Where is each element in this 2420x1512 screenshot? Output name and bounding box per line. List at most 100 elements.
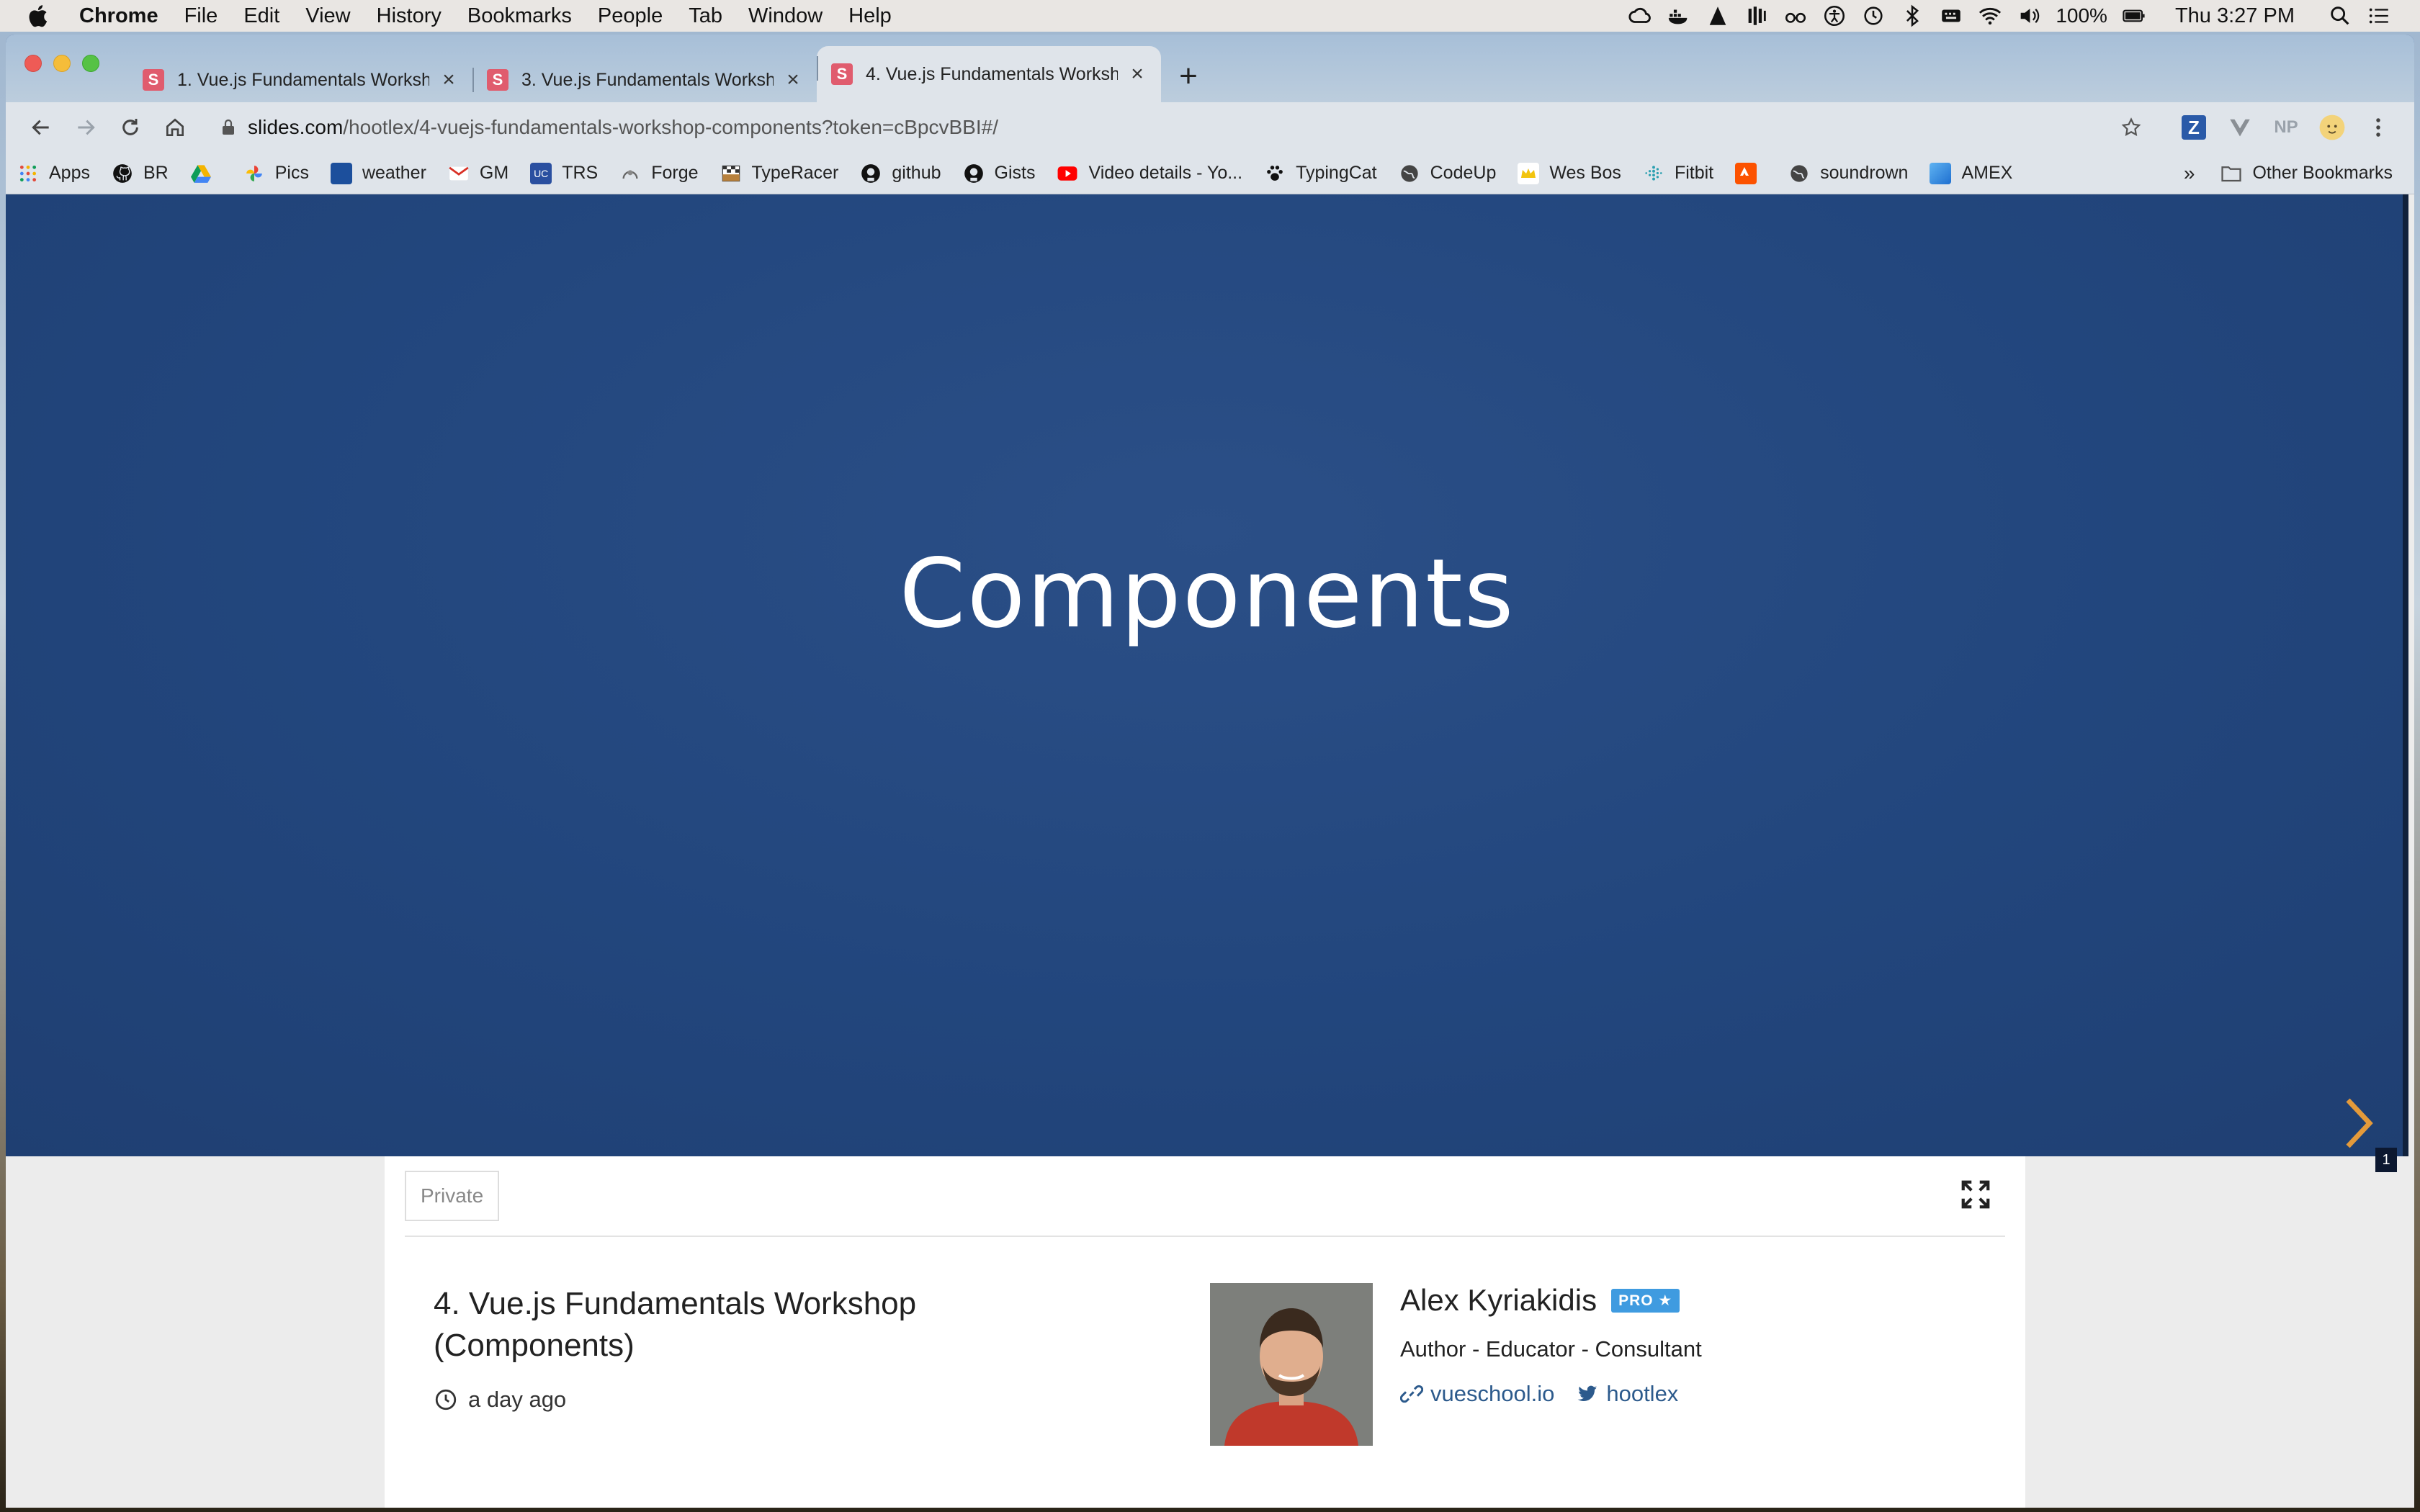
window-minimize-button[interactable] xyxy=(53,55,71,72)
amex-icon xyxy=(1930,162,1952,184)
other-bookmarks-folder[interactable]: Other Bookmarks xyxy=(2220,163,2393,184)
tab-close-icon[interactable]: × xyxy=(438,68,460,91)
forward-button[interactable] xyxy=(63,105,108,150)
keyboard-icon[interactable] xyxy=(1932,0,1971,32)
deck-title: 4. Vue.js Fundamentals Workshop (Compone… xyxy=(434,1286,917,1363)
fullscreen-expand-icon[interactable] xyxy=(1959,1178,1992,1211)
back-button[interactable] xyxy=(19,105,63,150)
url-text[interactable]: slides.com/hootlex/4-vuejs-fundamentals-… xyxy=(248,116,2119,139)
strava-icon xyxy=(1735,162,1757,184)
bookmark-forge[interactable]: Forge xyxy=(619,163,699,184)
fitbit-icon xyxy=(1643,163,1664,184)
bookmark-trs[interactable]: UC TRS xyxy=(530,162,599,184)
window-close-button[interactable] xyxy=(24,55,42,72)
bookmark-weather[interactable]: weather xyxy=(330,162,426,184)
clock-icon xyxy=(435,1389,457,1410)
bookmark-label: TypeRacer xyxy=(751,163,839,183)
vue-devtools-extension-icon[interactable] xyxy=(2217,105,2263,150)
bookmark-typeracer[interactable]: TypeRacer xyxy=(720,163,839,184)
menu-edit[interactable]: Edit xyxy=(230,0,292,32)
lock-icon[interactable] xyxy=(216,115,241,140)
bookmark-codeup[interactable]: CodeUp xyxy=(1399,163,1496,184)
bluetooth-icon[interactable] xyxy=(1893,0,1932,32)
notification-center-icon[interactable] xyxy=(2360,0,2398,32)
bookmark-fitbit[interactable]: Fitbit xyxy=(1643,163,1713,184)
page-scrollbar[interactable] xyxy=(2403,194,2408,1156)
bookmark-wes-bos[interactable]: Wes Bos xyxy=(1518,162,1621,184)
tab-1[interactable]: S 1. Vue.js Fundamentals Workshop × xyxy=(128,58,472,102)
bookmark-soundrown[interactable]: soundrown xyxy=(1788,163,1908,184)
menu-history[interactable]: History xyxy=(364,0,454,32)
bookmark-star-icon[interactable] xyxy=(2119,115,2143,140)
privacy-badge[interactable]: Private xyxy=(405,1171,500,1221)
window-maximize-button[interactable] xyxy=(82,55,99,72)
url-domain: slides.com xyxy=(248,116,344,138)
bookmark-amex[interactable]: AMEX xyxy=(1930,162,2012,184)
github-icon xyxy=(112,163,133,184)
bookmark-github[interactable]: github xyxy=(860,163,941,184)
spotlight-search-icon[interactable] xyxy=(2321,0,2360,32)
chrome-menu-icon[interactable] xyxy=(2355,105,2401,150)
reload-button[interactable] xyxy=(108,105,153,150)
bookmark-apps[interactable]: Apps xyxy=(17,163,90,184)
menubar-clock[interactable]: Thu 3:27 PM xyxy=(2154,4,2321,28)
twitter-icon xyxy=(1578,1385,1597,1401)
apple-menu-icon[interactable] xyxy=(0,4,75,28)
deck-updated-text: a day ago xyxy=(468,1387,567,1412)
tab-3-active[interactable]: S 4. Vue.js Fundamentals Workshop × xyxy=(817,46,1161,102)
presentation-slide[interactable]: Components 1 xyxy=(6,194,2408,1172)
home-button[interactable] xyxy=(153,105,197,150)
author-bio: Author - Educator - Consultant xyxy=(1400,1336,1702,1362)
address-bar[interactable]: slides.com/hootlex/4-vuejs-fundamentals-… xyxy=(205,107,2162,148)
creative-cloud-icon[interactable] xyxy=(1621,0,1659,32)
tab-2[interactable]: S 3. Vue.js Fundamentals Workshop × xyxy=(472,58,817,102)
bookmark-drive[interactable] xyxy=(190,163,222,184)
bookmark-typingcat[interactable]: TypingCat xyxy=(1264,163,1377,184)
time-machine-icon[interactable] xyxy=(1854,0,1893,32)
battery-percent: 100% xyxy=(2056,4,2107,27)
tab-close-icon[interactable]: × xyxy=(1126,62,1148,86)
bookmark-video-details[interactable]: Video details - Yo... xyxy=(1057,163,1242,184)
menu-window[interactable]: Window xyxy=(735,0,835,32)
bookmark-gists[interactable]: Gists xyxy=(963,163,1035,184)
author-name[interactable]: Alex Kyriakidis PRO ★ xyxy=(1400,1283,1680,1318)
next-slide-arrow-icon[interactable] xyxy=(2341,1094,2377,1152)
wifi-icon[interactable] xyxy=(1971,0,2009,32)
menu-view[interactable]: View xyxy=(292,0,363,32)
menu-app-chrome[interactable]: Chrome xyxy=(75,0,171,32)
author-website-link[interactable]: vueschool.io xyxy=(1400,1381,1554,1407)
bookmarks-overflow-button[interactable]: » xyxy=(2184,162,2195,185)
tab-close-icon[interactable]: × xyxy=(782,68,804,91)
new-tab-button[interactable]: + xyxy=(1168,56,1209,96)
vector-a-icon[interactable] xyxy=(1698,0,1737,32)
np-extension-icon[interactable]: NP xyxy=(2263,105,2309,150)
crown-icon xyxy=(1518,162,1540,184)
menu-tab[interactable]: Tab xyxy=(676,0,735,32)
glasses-icon[interactable] xyxy=(1776,0,1815,32)
author-website-text: vueschool.io xyxy=(1430,1381,1555,1406)
accessibility-icon[interactable] xyxy=(1815,0,1854,32)
tab-title: 1. Vue.js Fundamentals Workshop xyxy=(177,69,429,90)
author-twitter-link[interactable]: hootlex xyxy=(1576,1381,1678,1407)
bookmark-label: TRS xyxy=(562,163,599,183)
menu-file[interactable]: File xyxy=(171,0,231,32)
panel-divider xyxy=(405,1236,2005,1237)
slides-favicon-icon: S xyxy=(831,63,853,85)
deck-info-panel: Private 4. Vue.js Fundamentals Workshop … xyxy=(385,1156,2025,1508)
bookmark-pics[interactable]: Pics xyxy=(243,163,309,184)
bookmark-gm[interactable]: GM xyxy=(448,163,508,184)
bars-app-icon[interactable] xyxy=(1737,0,1776,32)
bookmark-br[interactable]: BR xyxy=(112,163,169,184)
volume-icon[interactable] xyxy=(2009,0,2048,32)
bookmark-strava[interactable] xyxy=(1735,162,1767,184)
docker-icon[interactable] xyxy=(1659,0,1698,32)
menu-people[interactable]: People xyxy=(585,0,676,32)
menu-help[interactable]: Help xyxy=(835,0,905,32)
profile-avatar-icon[interactable] xyxy=(2309,105,2355,150)
zotero-extension-icon[interactable]: Z xyxy=(2171,105,2217,150)
typeracer-icon xyxy=(720,163,742,184)
battery-icon[interactable] xyxy=(2115,0,2154,32)
menu-bookmarks[interactable]: Bookmarks xyxy=(454,0,585,32)
bookmark-label: Wes Bos xyxy=(1549,163,1621,183)
author-avatar[interactable] xyxy=(1210,1283,1373,1446)
